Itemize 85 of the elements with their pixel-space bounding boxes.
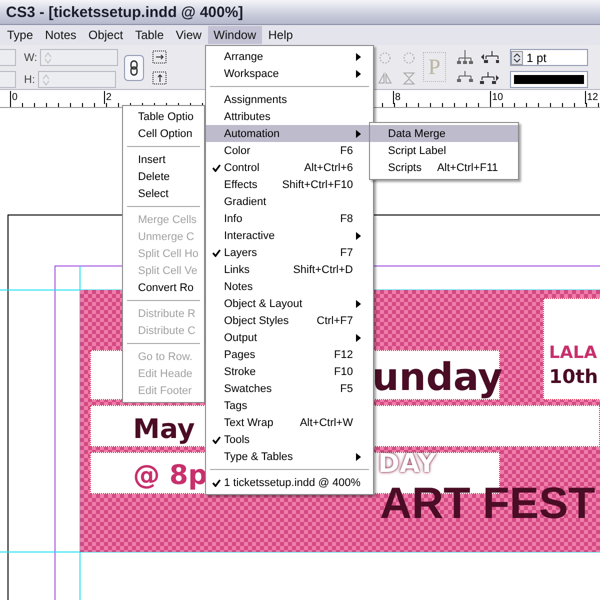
- menu-item[interactable]: Script Label: [370, 142, 518, 159]
- menu-item[interactable]: Convert Ro: [123, 279, 204, 296]
- menu-item[interactable]: Gradient: [206, 193, 373, 210]
- stroke-weight-value: 1 pt: [526, 50, 547, 64]
- shortcut-text: F7: [339, 246, 353, 258]
- menu-item[interactable]: Control Alt+Ctrl+6: [206, 159, 373, 176]
- flip-icon[interactable]: [377, 70, 394, 86]
- shortcut-text: F5: [339, 382, 353, 394]
- menu-item[interactable]: Output: [206, 329, 373, 346]
- ruler-label: 2: [104, 91, 112, 104]
- menu-item[interactable]: Data Merge: [370, 125, 518, 142]
- menu-bar-item[interactable]: Notes: [39, 26, 82, 44]
- menu-item[interactable]: Links Shift+Ctrl+D: [206, 261, 373, 278]
- ruler-label: 8: [393, 91, 401, 104]
- x-field[interactable]: [0, 49, 16, 66]
- ticket-text: DAY: [378, 451, 436, 477]
- menu-item[interactable]: Delete: [123, 168, 204, 185]
- window-title: CS3 - [ticketssetup.indd @ 400%]: [6, 4, 244, 20]
- ticket-text: unday: [372, 358, 503, 396]
- menu-item[interactable]: Notes: [206, 278, 373, 295]
- chain-link-icon: [130, 60, 138, 76]
- menu-item[interactable]: Color F6: [206, 142, 373, 159]
- menu-item[interactable]: Arrange: [206, 48, 373, 65]
- shortcut-text: Alt+Ctrl+F11: [436, 162, 498, 174]
- height-label: H:: [24, 74, 35, 86]
- menu-item[interactable]: Assignments: [206, 91, 373, 108]
- hierarchy-icon[interactable]: [456, 49, 474, 65]
- shortcut-text: Shift+Ctrl+D: [292, 264, 353, 276]
- flip-icon[interactable]: [401, 70, 418, 86]
- menu-item[interactable]: Tags: [206, 397, 373, 414]
- menu-item[interactable]: Pages F12: [206, 346, 373, 363]
- menu-item[interactable]: Cell Option: [123, 125, 204, 142]
- shortcut-text: Ctrl+F7: [316, 314, 353, 326]
- menu-item[interactable]: Text Wrap Alt+Ctrl+W: [206, 414, 373, 431]
- menu-item[interactable]: Attributes: [206, 108, 373, 125]
- shortcut-text: Shift+Ctrl+F10: [281, 178, 353, 190]
- shortcut-text: F10: [333, 366, 353, 378]
- menu-item[interactable]: Interactive: [206, 227, 373, 244]
- menu-item[interactable]: Type & Tables: [206, 448, 373, 465]
- y-field[interactable]: [0, 71, 16, 88]
- hierarchy-icon[interactable]: [480, 70, 500, 86]
- spinner-icon[interactable]: [510, 50, 522, 64]
- shortcut-text: F8: [339, 212, 353, 224]
- frame-icon[interactable]: [152, 49, 168, 65]
- menu-item[interactable]: Stroke F10: [206, 363, 373, 380]
- menu-item[interactable]: Tools: [206, 431, 373, 448]
- menu-item[interactable]: 1 ticketssetup.indd @ 400%: [206, 474, 373, 491]
- menu-item[interactable]: Layers F7: [206, 244, 373, 261]
- shortcut-text: Alt+Ctrl+W: [298, 416, 353, 428]
- hierarchy-icon[interactable]: [480, 49, 500, 65]
- menu-bar-item[interactable]: View: [170, 26, 208, 44]
- frame-icon[interactable]: [152, 70, 168, 86]
- menu-item[interactable]: Workspace: [206, 65, 373, 82]
- menu-item[interactable]: Object & Layout: [206, 295, 373, 312]
- shortcut-text: F6: [339, 144, 353, 156]
- constrain-button[interactable]: [124, 55, 144, 81]
- menu-item[interactable]: Effects Shift+Ctrl+F10: [206, 176, 373, 193]
- stroke-swatch: [514, 75, 584, 84]
- menu-bar-item[interactable]: Window: [208, 26, 262, 44]
- width-label: W:: [24, 52, 38, 64]
- menu-item[interactable]: Scripts Alt+Ctrl+F11: [370, 159, 518, 176]
- ruler-label: 10: [490, 91, 504, 104]
- height-field[interactable]: [38, 71, 116, 88]
- menu-bar-item[interactable]: Object: [82, 26, 130, 44]
- shortcut-text: F12: [333, 348, 353, 360]
- menu-item[interactable]: Object Styles Ctrl+F7: [206, 312, 373, 329]
- menu-item[interactable]: Table Optio: [123, 108, 204, 125]
- ticket-text: 10th: [549, 368, 598, 387]
- menu-item[interactable]: Insert: [123, 151, 204, 168]
- menu-item[interactable]: Select: [123, 185, 204, 202]
- menu-item[interactable]: Swatches F5: [206, 380, 373, 397]
- stroke-type-dropdown[interactable]: [510, 71, 588, 88]
- menu-bar-item[interactable]: Type: [1, 26, 40, 44]
- ticket-text: May: [133, 416, 195, 443]
- stroke-weight-field[interactable]: 1 pt: [510, 49, 588, 66]
- ticket-text: LALA: [549, 345, 597, 362]
- ticket-text: ART FEST: [380, 482, 596, 526]
- ruler-label: 0: [10, 91, 18, 104]
- menu-item[interactable]: Info F8: [206, 210, 373, 227]
- width-field[interactable]: [40, 49, 118, 66]
- ruler-label: 12: [585, 91, 598, 104]
- menu-bar-item[interactable]: Table: [129, 26, 170, 44]
- ticket-text: @ 8p: [133, 462, 208, 489]
- shortcut-text: Alt+Ctrl+6: [303, 162, 353, 174]
- menu-bar-item[interactable]: Help: [262, 26, 299, 44]
